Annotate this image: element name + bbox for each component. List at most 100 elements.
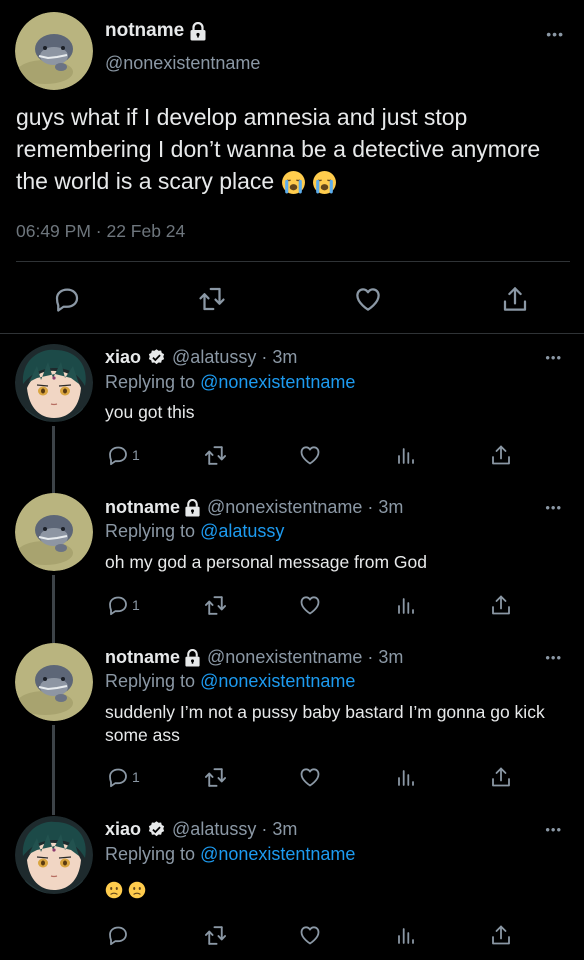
reply-button[interactable]: 1 [106, 764, 140, 790]
reply-header: notname @nonexistentname · 3m [105, 497, 403, 518]
retweet-icon[interactable] [197, 284, 227, 314]
shark-avatar-icon [15, 493, 93, 571]
more-options-icon[interactable]: ••• [546, 26, 564, 42]
share-icon [489, 443, 513, 467]
more-options-icon[interactable]: ••• [545, 350, 562, 365]
reply-icon [106, 923, 130, 947]
xiao-avatar-icon [15, 344, 93, 422]
main-tweet: notname @nonexistentname ••• guys what i… [0, 0, 584, 334]
like-icon [298, 765, 322, 789]
tweet-text: guys what if I develop amnesia and just … [16, 101, 572, 197]
like-icon [298, 593, 322, 617]
lock-icon [185, 498, 200, 516]
share-icon [489, 923, 513, 947]
reply-count: 1 [132, 769, 140, 785]
verified-badge-icon [148, 349, 165, 365]
author-name[interactable]: notname [105, 20, 207, 42]
retweet-button[interactable] [203, 592, 228, 618]
reply-button[interactable]: 1 [106, 592, 140, 618]
reply-header: notname @nonexistentname · 3m [105, 647, 403, 668]
replying-to-label: Replying to [105, 844, 201, 864]
retweet-icon [203, 443, 228, 468]
retweet-button[interactable] [203, 442, 228, 468]
share-icon [489, 765, 513, 789]
reply-text: suddenly I’m not a pussy baby bastard I’… [105, 702, 545, 745]
retweet-button[interactable] [203, 922, 228, 948]
avatar[interactable] [15, 493, 93, 571]
reply-text: oh my god a personal message from God [105, 552, 427, 572]
avatar[interactable] [15, 12, 93, 90]
author-name[interactable]: notname [105, 497, 180, 518]
views-button[interactable] [394, 442, 418, 468]
replying-to: Replying to @alatussy [105, 521, 284, 542]
reply-tweet[interactable]: notname @nonexistentname · 3m ••• Replyi… [0, 484, 584, 634]
reply-tweet[interactable]: notname @nonexistentname · 3m ••• Replyi… [0, 634, 584, 806]
lock-icon [190, 21, 206, 40]
avatar[interactable] [15, 344, 93, 422]
author-handle-time[interactable]: @alatussy · 3m [172, 347, 297, 368]
views-icon [394, 593, 418, 617]
replying-to-mention[interactable]: @nonexistentname [200, 671, 355, 691]
views-icon [394, 923, 418, 947]
like-button[interactable] [298, 442, 322, 468]
views-button[interactable] [394, 922, 418, 948]
author-handle-time[interactable]: @nonexistentname · 3m [207, 497, 403, 518]
like-button[interactable] [298, 922, 322, 948]
views-button[interactable] [394, 592, 418, 618]
replying-to-mention[interactable]: @nonexistentname [200, 844, 355, 864]
reply-icon [106, 443, 130, 467]
reply-text: you got this [105, 402, 195, 422]
shark-avatar-icon [15, 643, 93, 721]
like-icon [298, 923, 322, 947]
retweet-icon [203, 923, 228, 948]
share-button[interactable] [489, 442, 513, 468]
author-name[interactable]: notname [105, 647, 180, 668]
reply-icon [106, 765, 130, 789]
tweet-text-body: guys what if I develop amnesia and just … [16, 104, 541, 194]
lock-icon [185, 648, 200, 666]
replying-to-mention[interactable]: @nonexistentname [200, 372, 355, 392]
retweet-button[interactable] [203, 764, 228, 790]
replying-to: Replying to @nonexistentname [105, 844, 355, 865]
replying-to: Replying to @nonexistentname [105, 671, 355, 692]
reply-button[interactable] [106, 922, 132, 948]
more-options-icon[interactable]: ••• [545, 822, 562, 837]
more-options-icon[interactable]: ••• [545, 650, 562, 665]
replying-to-mention[interactable]: @alatussy [200, 521, 284, 541]
replying-to-label: Replying to [105, 372, 201, 392]
share-button[interactable] [489, 922, 513, 948]
slightly-frowning-face-emoji-icon [128, 882, 146, 899]
more-options-icon[interactable]: ••• [545, 500, 562, 515]
crying-face-emoji-icon [281, 171, 305, 195]
author-handle[interactable]: @nonexistentname [105, 53, 260, 74]
reply-tweet[interactable]: xiao @alatussy · 3m ••• Replying to @non… [0, 806, 584, 960]
xiao-avatar-icon [15, 816, 93, 894]
reply-actions: 1 [0, 442, 584, 472]
author-name[interactable]: xiao [105, 347, 141, 368]
share-button[interactable] [489, 592, 513, 618]
tweet-timestamp[interactable]: 06:49 PM · 22 Feb 24 [16, 221, 185, 242]
share-button[interactable] [489, 764, 513, 790]
reply-header: xiao @alatussy · 3m [105, 347, 297, 368]
share-icon[interactable] [500, 284, 530, 314]
avatar[interactable] [15, 816, 93, 894]
retweet-icon [203, 765, 228, 790]
tweet-actions [0, 276, 584, 320]
replying-to-label: Replying to [105, 521, 201, 541]
avatar[interactable] [15, 643, 93, 721]
reply-icon [106, 593, 130, 617]
like-icon[interactable] [353, 284, 383, 314]
like-button[interactable] [298, 592, 322, 618]
reply-button[interactable]: 1 [106, 442, 140, 468]
reply-text [105, 878, 575, 901]
author-name[interactable]: xiao [105, 819, 141, 840]
reply-count: 1 [132, 597, 140, 613]
author-handle-time[interactable]: @nonexistentname · 3m [207, 647, 403, 668]
reply-icon[interactable] [52, 284, 82, 314]
views-button[interactable] [394, 764, 418, 790]
like-button[interactable] [298, 764, 322, 790]
reply-tweet[interactable]: xiao @alatussy · 3m ••• Replying to @non… [0, 334, 584, 484]
author-handle-time[interactable]: @alatussy · 3m [172, 819, 297, 840]
retweet-icon [203, 593, 228, 618]
shark-avatar-icon [15, 12, 93, 90]
